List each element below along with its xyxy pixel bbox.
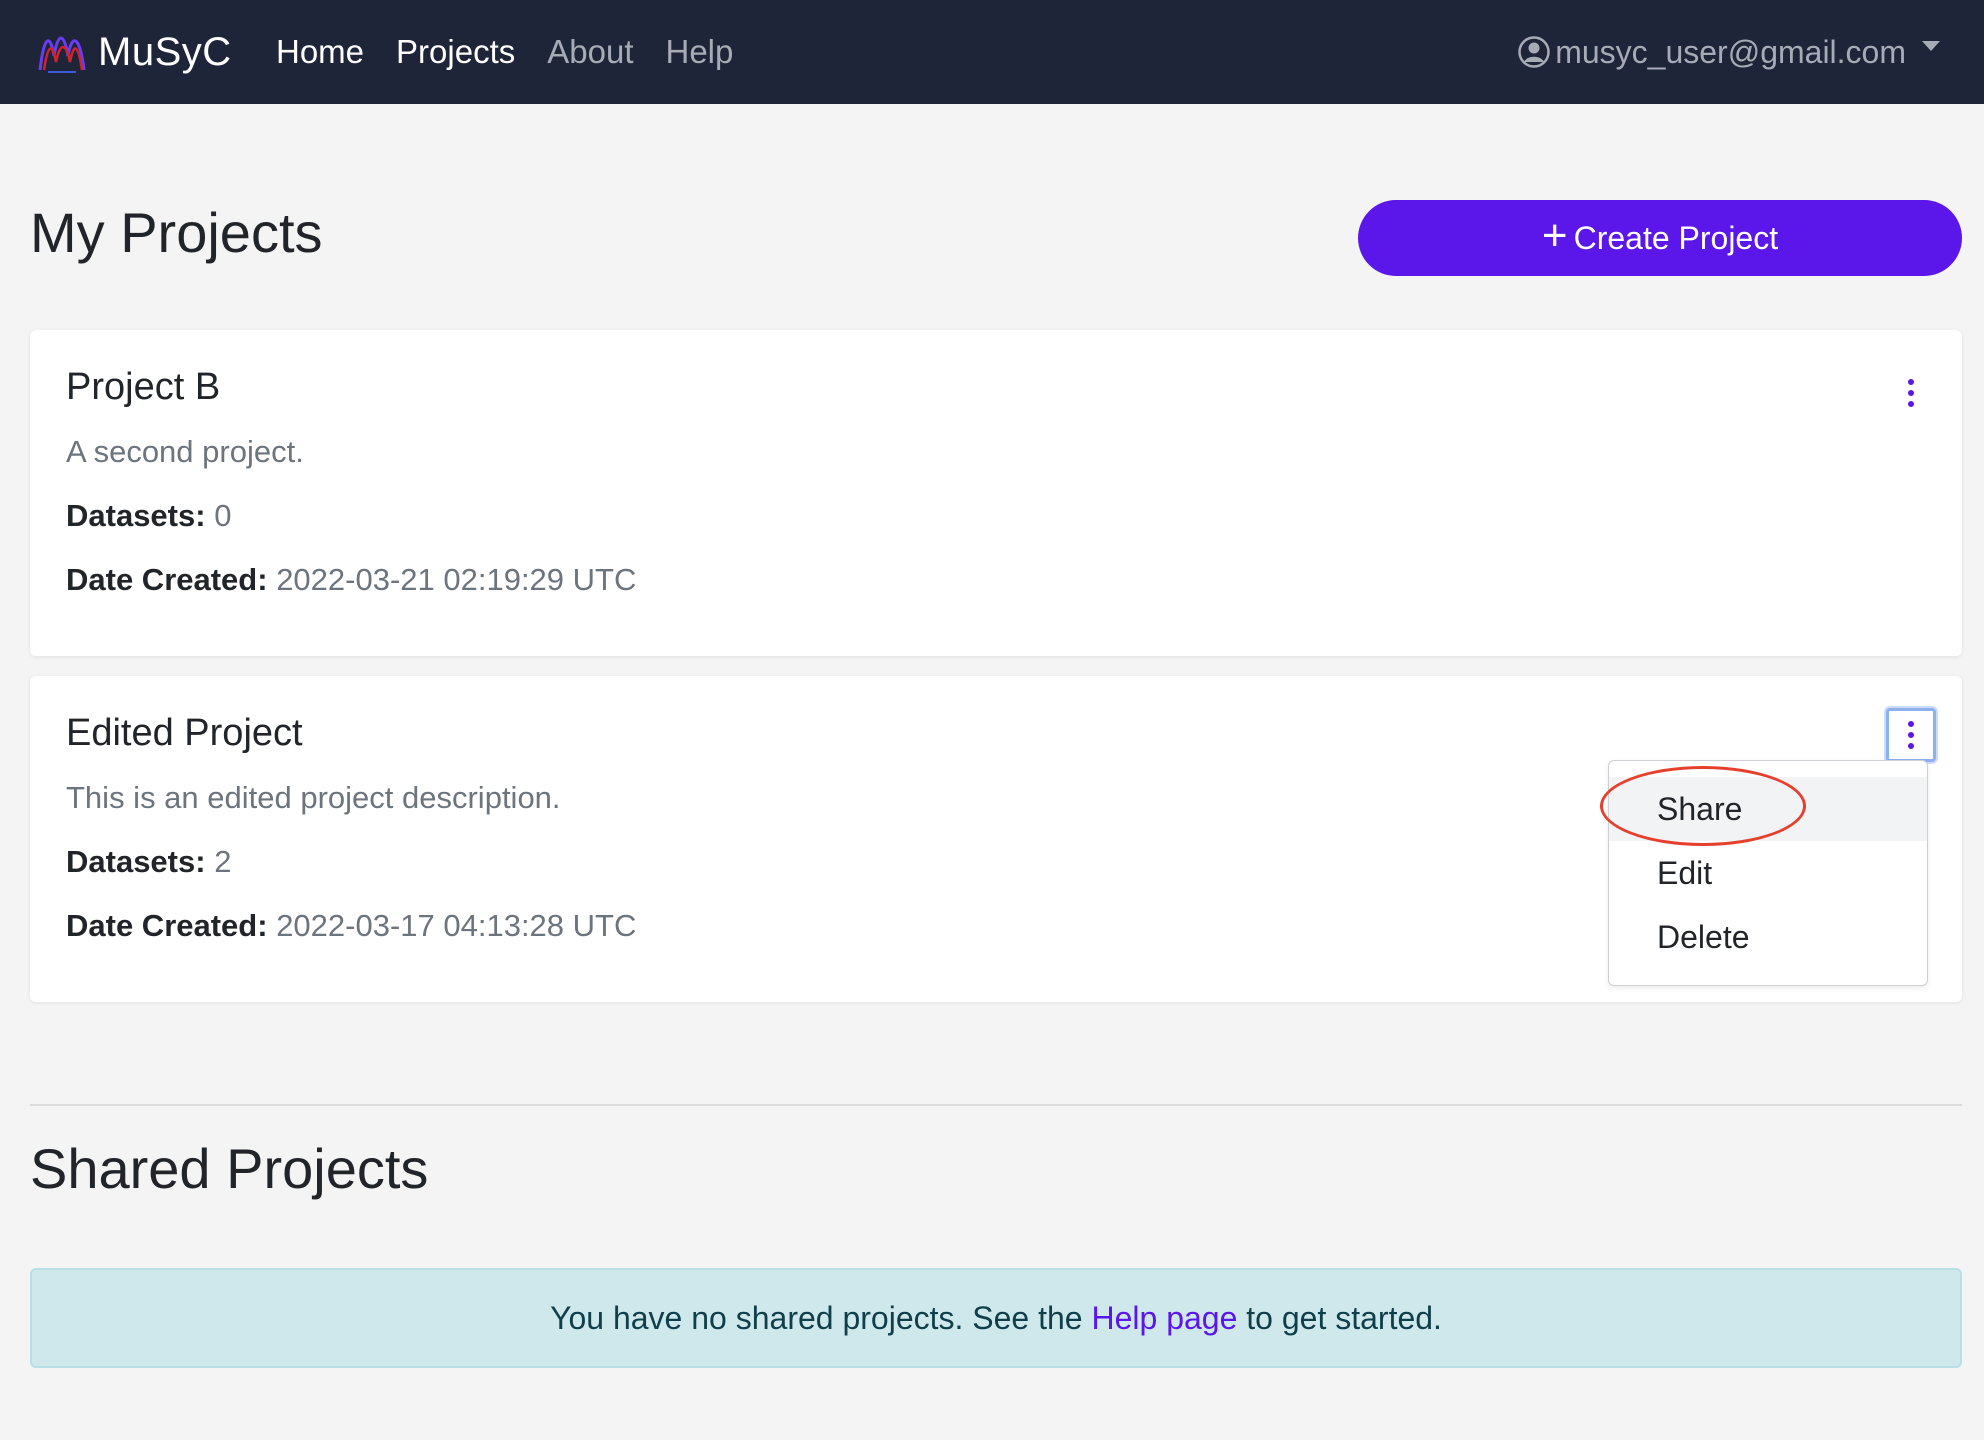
brand[interactable]: MuSyC: [36, 22, 232, 82]
musyc-logo-icon: [38, 36, 86, 73]
plus-icon: +: [1541, 211, 1568, 260]
project-name: Project B: [66, 366, 221, 408]
date-label: Date Created:: [66, 908, 268, 943]
project-name: Edited Project: [66, 712, 303, 754]
project-datasets: Datasets: 2: [66, 844, 231, 880]
project-date: Date Created: 2022-03-17 04:13:28 UTC: [66, 908, 636, 944]
user-menu[interactable]: musyc_user@gmail.com: [1517, 0, 1940, 104]
page-title: My Projects: [30, 201, 323, 264]
project-options-menu: Share Edit Delete: [1608, 760, 1928, 986]
project-options-button[interactable]: [1886, 708, 1936, 762]
caret-down-icon: [1922, 41, 1940, 51]
menu-item-edit[interactable]: Edit: [1609, 841, 1927, 905]
project-datasets: Datasets: 0: [66, 498, 231, 534]
datasets-count: 2: [214, 844, 232, 879]
project-description: A second project.: [66, 434, 304, 469]
project-description: This is an edited project description.: [66, 780, 561, 815]
alert-text-before: You have no shared projects. See the: [550, 1299, 1092, 1336]
menu-item-delete[interactable]: Delete: [1609, 905, 1927, 969]
section-divider: [30, 1104, 1962, 1106]
navbar: MuSyC Home Projects About Help musyc_use…: [0, 0, 1984, 104]
nav-links: Home Projects About Help: [276, 0, 765, 104]
kebab-menu-icon: [1908, 719, 1914, 752]
user-circle-icon: [1518, 36, 1550, 68]
date-value: 2022-03-17 04:13:28 UTC: [276, 908, 637, 943]
nav-link-home[interactable]: Home: [276, 33, 364, 71]
create-project-label: Create Project: [1573, 219, 1779, 256]
project-options-button[interactable]: [1886, 366, 1936, 420]
user-email: musyc_user@gmail.com: [1555, 33, 1906, 70]
datasets-label: Datasets:: [66, 498, 206, 533]
shared-projects-alert: You have no shared projects. See the Hel…: [30, 1268, 1962, 1368]
project-date: Date Created: 2022-03-21 02:19:29 UTC: [66, 562, 636, 598]
brand-name: MuSyC: [98, 29, 232, 74]
kebab-menu-icon: [1908, 377, 1914, 410]
nav-link-projects[interactable]: Projects: [396, 33, 515, 71]
shared-projects-title: Shared Projects: [30, 1137, 429, 1200]
menu-item-share[interactable]: Share: [1609, 777, 1927, 841]
create-project-button[interactable]: + Create Project: [1358, 200, 1962, 276]
nav-link-help[interactable]: Help: [666, 33, 734, 71]
alert-text-after: to get started.: [1237, 1299, 1442, 1336]
date-label: Date Created:: [66, 562, 268, 597]
project-card: Project B A second project. Datasets: 0 …: [30, 330, 1962, 656]
nav-link-about[interactable]: About: [547, 33, 633, 71]
datasets-count: 0: [214, 498, 232, 533]
date-value: 2022-03-21 02:19:29 UTC: [276, 562, 637, 597]
datasets-label: Datasets:: [66, 844, 206, 879]
help-page-link[interactable]: Help page: [1091, 1300, 1237, 1337]
